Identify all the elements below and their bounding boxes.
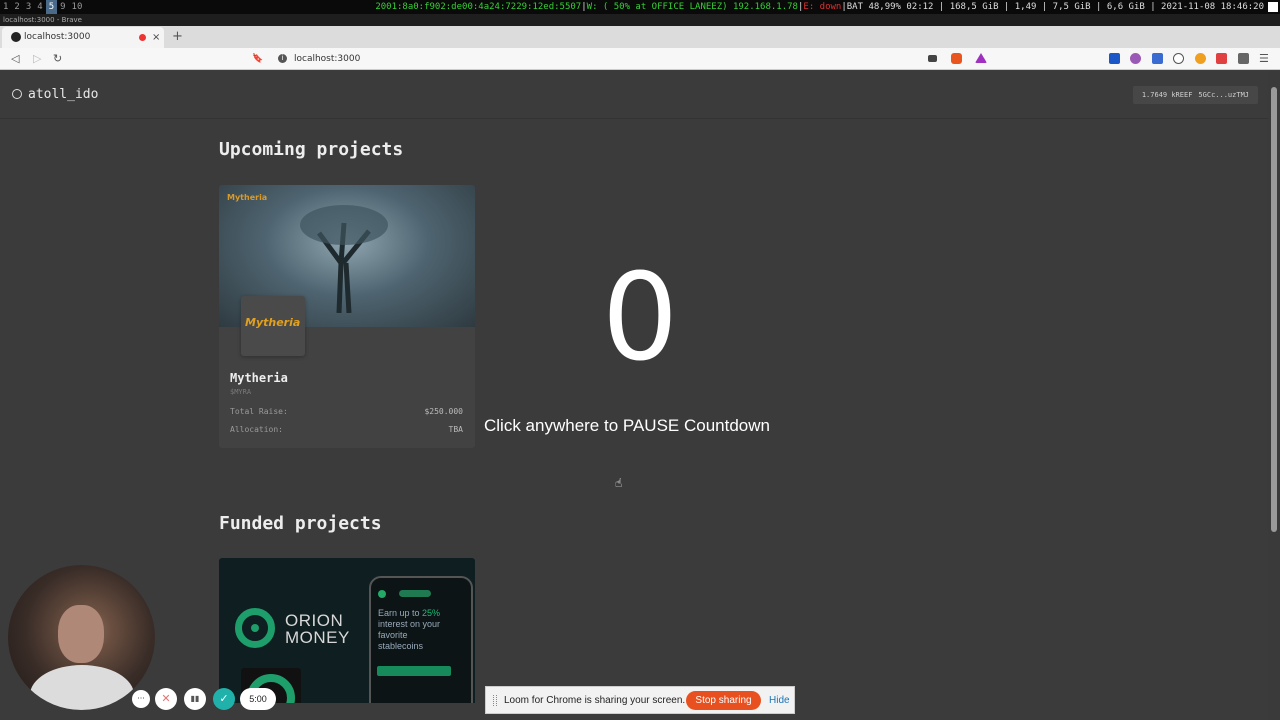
wifi-status: W: ( 50% at OFFICE LANEEZ) 192.168.1.78 [586,2,798,12]
scrollbar-thumb[interactable] [1271,87,1277,532]
tree-illustration [300,205,388,313]
loom-done-button[interactable]: ✓ [213,688,235,710]
camera-icon[interactable] [928,55,937,62]
webcam-person-shirt [30,665,134,710]
webcam-person-face [58,605,104,663]
extension-arrow-icon[interactable] [1152,53,1163,64]
allocation-row: Allocation: TBA [230,425,463,434]
forward-icon[interactable]: ▷ [33,51,41,67]
project-logo: Mytheria [241,296,305,356]
project-logo-text: Mytheria [245,316,301,329]
total-raise-value: $250.000 [424,407,463,416]
orion-brand-line2: MONEY [285,628,350,647]
funded-projects-title: Funded projects [219,513,382,534]
workspace-9[interactable]: 9 [57,0,68,14]
reload-icon[interactable]: ↻ [53,51,62,67]
project-card-mytheria[interactable]: Mytheria Mytheria Mytheria $MYRA Total R… [219,185,475,448]
page-content: atoll_ido 1.7649 kREEF 5GCc...uzTMJ Upcom… [0,71,1268,720]
url-text: localhost:3000 [294,54,361,64]
address-bar[interactable]: i localhost:3000 [278,51,998,67]
logo-text: atoll_ido [28,87,99,102]
system-status-bar: 1 2 3 4 5 9 10 2001:8a0:f902:de00:4a24:7229:12… [0,0,1280,14]
menu-icon[interactable]: ☰ [1259,51,1269,67]
project-name: Mytheria [230,371,288,385]
allocation-label: Allocation: [230,425,283,434]
phone-text: Earn up to 25% interest on your favorite… [378,608,440,652]
ethernet-status: E: down [803,2,842,12]
phone-logo-icon [378,590,386,598]
wallet-balance: 1.7649 kREEF [1141,91,1193,99]
extensions-puzzle-icon[interactable] [1238,53,1249,64]
hand-cursor-icon: ☝ [615,476,623,490]
browser-toolbar: ◁ ▷ ↻ 🔖 i localhost:3000 ☰ [0,48,1280,70]
loom-sharing-bar: Loom for Chrome is sharing your screen. … [485,686,795,714]
extension-a-icon[interactable] [1173,53,1184,64]
phone-line1: Earn up to [378,608,423,618]
workspace-1[interactable]: 1 [0,0,11,14]
total-raise-label: Total Raise: [230,407,288,416]
extension-badge-icon[interactable] [1216,53,1227,64]
total-raise-row: Total Raise: $250.000 [230,407,463,416]
site-info-icon[interactable]: i [278,54,287,63]
browser-tab-bar: localhost:3000 × + [0,26,1280,48]
app-header: atoll_ido 1.7649 kREEF 5GCc...uzTMJ [0,71,1268,119]
extension-flower-icon[interactable] [1130,53,1141,64]
pause-countdown-hint[interactable]: Click anywhere to PAUSE Countdown [484,416,786,436]
phone-highlight: 25% [422,608,441,618]
workspace-10[interactable]: 10 [69,0,86,14]
ipv6-status: 2001:8a0:f902:de00:4a24:7229:12ed:5507 [375,2,582,12]
countdown-number[interactable]: 0 [560,249,720,389]
favicon-icon [11,32,21,42]
phone-button [377,666,451,676]
upcoming-projects-title: Upcoming projects [219,139,404,160]
project-card-orion-money[interactable]: ORION MONEY Earn up to 25% interest on yo… [219,558,475,703]
sharing-message: Loom for Chrome is sharing your screen. [504,695,686,706]
extension-coin-icon[interactable] [1195,53,1206,64]
webcam-bubble[interactable] [8,565,155,710]
battery-stats: BAT 48,99% 02:12 | 168,5 GiB | 1,49 | 7,… [846,2,1264,12]
hide-button[interactable]: Hide [769,695,790,706]
loom-pause-button[interactable]: ▮▮ [184,688,206,710]
phone-line4: stablecoins [378,641,424,651]
page-scrollbar[interactable] [1268,71,1280,720]
recording-icon [139,34,146,41]
wallet-address: 5GCc...uzTMJ [1198,91,1249,99]
new-tab-button[interactable]: + [172,27,183,47]
phone-line2: interest on your [378,619,441,629]
tray-square-icon [1268,1,1278,12]
browser-tab[interactable]: localhost:3000 × [2,27,164,48]
allocation-value: TBA [448,425,463,434]
phone-line3: favorite [378,630,408,640]
system-stats: 2001:8a0:f902:de00:4a24:7229:12ed:5507|W… [375,0,1280,14]
loom-cancel-button[interactable]: ✕ [155,688,177,710]
drag-handle-icon[interactable] [493,695,497,706]
brave-rewards-icon[interactable] [975,53,987,63]
banner-brand-text: Mytheria [227,193,268,202]
tab-title: localhost:3000 [24,32,91,42]
project-ticker: $MYRA [230,388,252,396]
wallet-badge[interactable]: 1.7649 kREEF 5GCc...uzTMJ [1132,86,1258,104]
bookmark-icon[interactable]: 🔖 [252,51,263,67]
brave-shields-icon[interactable] [951,53,962,64]
loom-more-button[interactable]: ··· [132,690,150,708]
workspace-5[interactable]: 5 [45,0,58,14]
bitwarden-icon[interactable] [1109,53,1120,64]
close-tab-icon[interactable]: × [152,27,160,48]
workspace-2[interactable]: 2 [11,0,22,14]
workspace-4[interactable]: 4 [34,0,45,14]
orion-logo-icon [235,608,275,648]
window-title: localhost:3000 - Brave [0,14,1280,26]
phone-pill [399,590,431,597]
loom-timer: 5:00 [240,688,276,710]
stop-sharing-button[interactable]: Stop sharing [686,691,761,710]
logo-ring-icon [12,89,22,99]
app-logo[interactable]: atoll_ido [12,87,98,102]
back-icon[interactable]: ◁ [11,51,19,67]
orion-brand-text: ORION MONEY [285,612,350,646]
phone-mockup: Earn up to 25% interest on your favorite… [369,576,473,703]
workspace-3[interactable]: 3 [23,0,34,14]
